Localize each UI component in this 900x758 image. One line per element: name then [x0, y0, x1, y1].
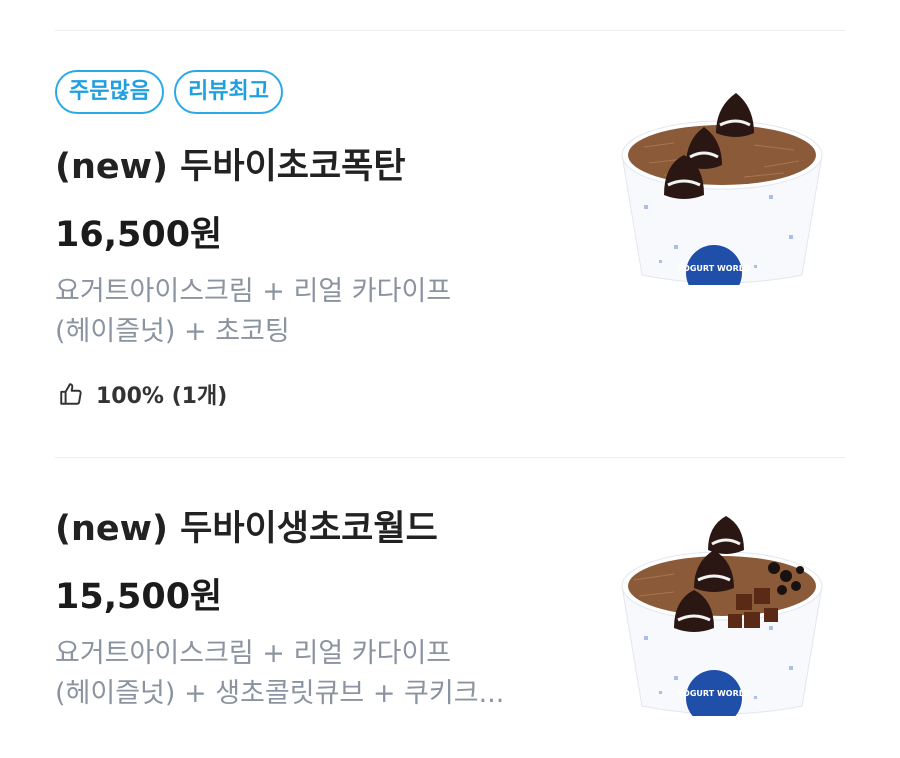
menu-item-price: 16,500원	[55, 215, 223, 255]
badge-group: 주문많음 리뷰최고	[55, 70, 283, 114]
menu-item[interactable]: (new) 두바이생초코월드 15,500원 요거트아이스크림 + 리얼 카다이…	[0, 458, 900, 758]
description-line: (헤이즐넛) + 초코팅	[55, 316, 290, 347]
rating-row: 100% (1개)	[58, 378, 227, 410]
description-line: 요거트아이스크림 + 리얼 카다이프	[55, 638, 452, 669]
description-line: 요거트아이스크림 + 리얼 카다이프	[55, 276, 452, 307]
rating-text: 100% (1개)	[96, 384, 228, 409]
menu-item-price: 15,500원	[55, 577, 223, 617]
cup-logo-text: YOGURT WORLD	[677, 264, 751, 273]
description-line: (헤이즐넛) + 생초콜릿큐브 + 쿠키크...	[55, 678, 505, 709]
badge-best-review: 리뷰최고	[173, 70, 283, 114]
menu-item[interactable]: 주문많음 리뷰최고 (new) 두바이초코폭탄 16,500원 요거트아이스크림…	[0, 0, 900, 455]
menu-item-title: (new) 두바이초코폭탄	[55, 147, 406, 187]
menu-item-description: 요거트아이스크림 + 리얼 카다이프 (헤이즐넛) + 생초콜릿큐브 + 쿠키크…	[55, 634, 565, 714]
menu-item-title: (new) 두바이생초코월드	[55, 509, 438, 549]
badge-popular: 주문많음	[55, 70, 164, 114]
menu-item-description: 요거트아이스크림 + 리얼 카다이프 (헤이즐넛) + 초코팅	[55, 272, 565, 352]
thumbs-up-icon	[60, 383, 82, 405]
menu-item-image: YOGURT WORLD	[621, 93, 823, 285]
cup-logo-text: YOGURT WORLD	[677, 689, 751, 698]
menu-item-image: YOGURT WORLD	[621, 516, 823, 716]
